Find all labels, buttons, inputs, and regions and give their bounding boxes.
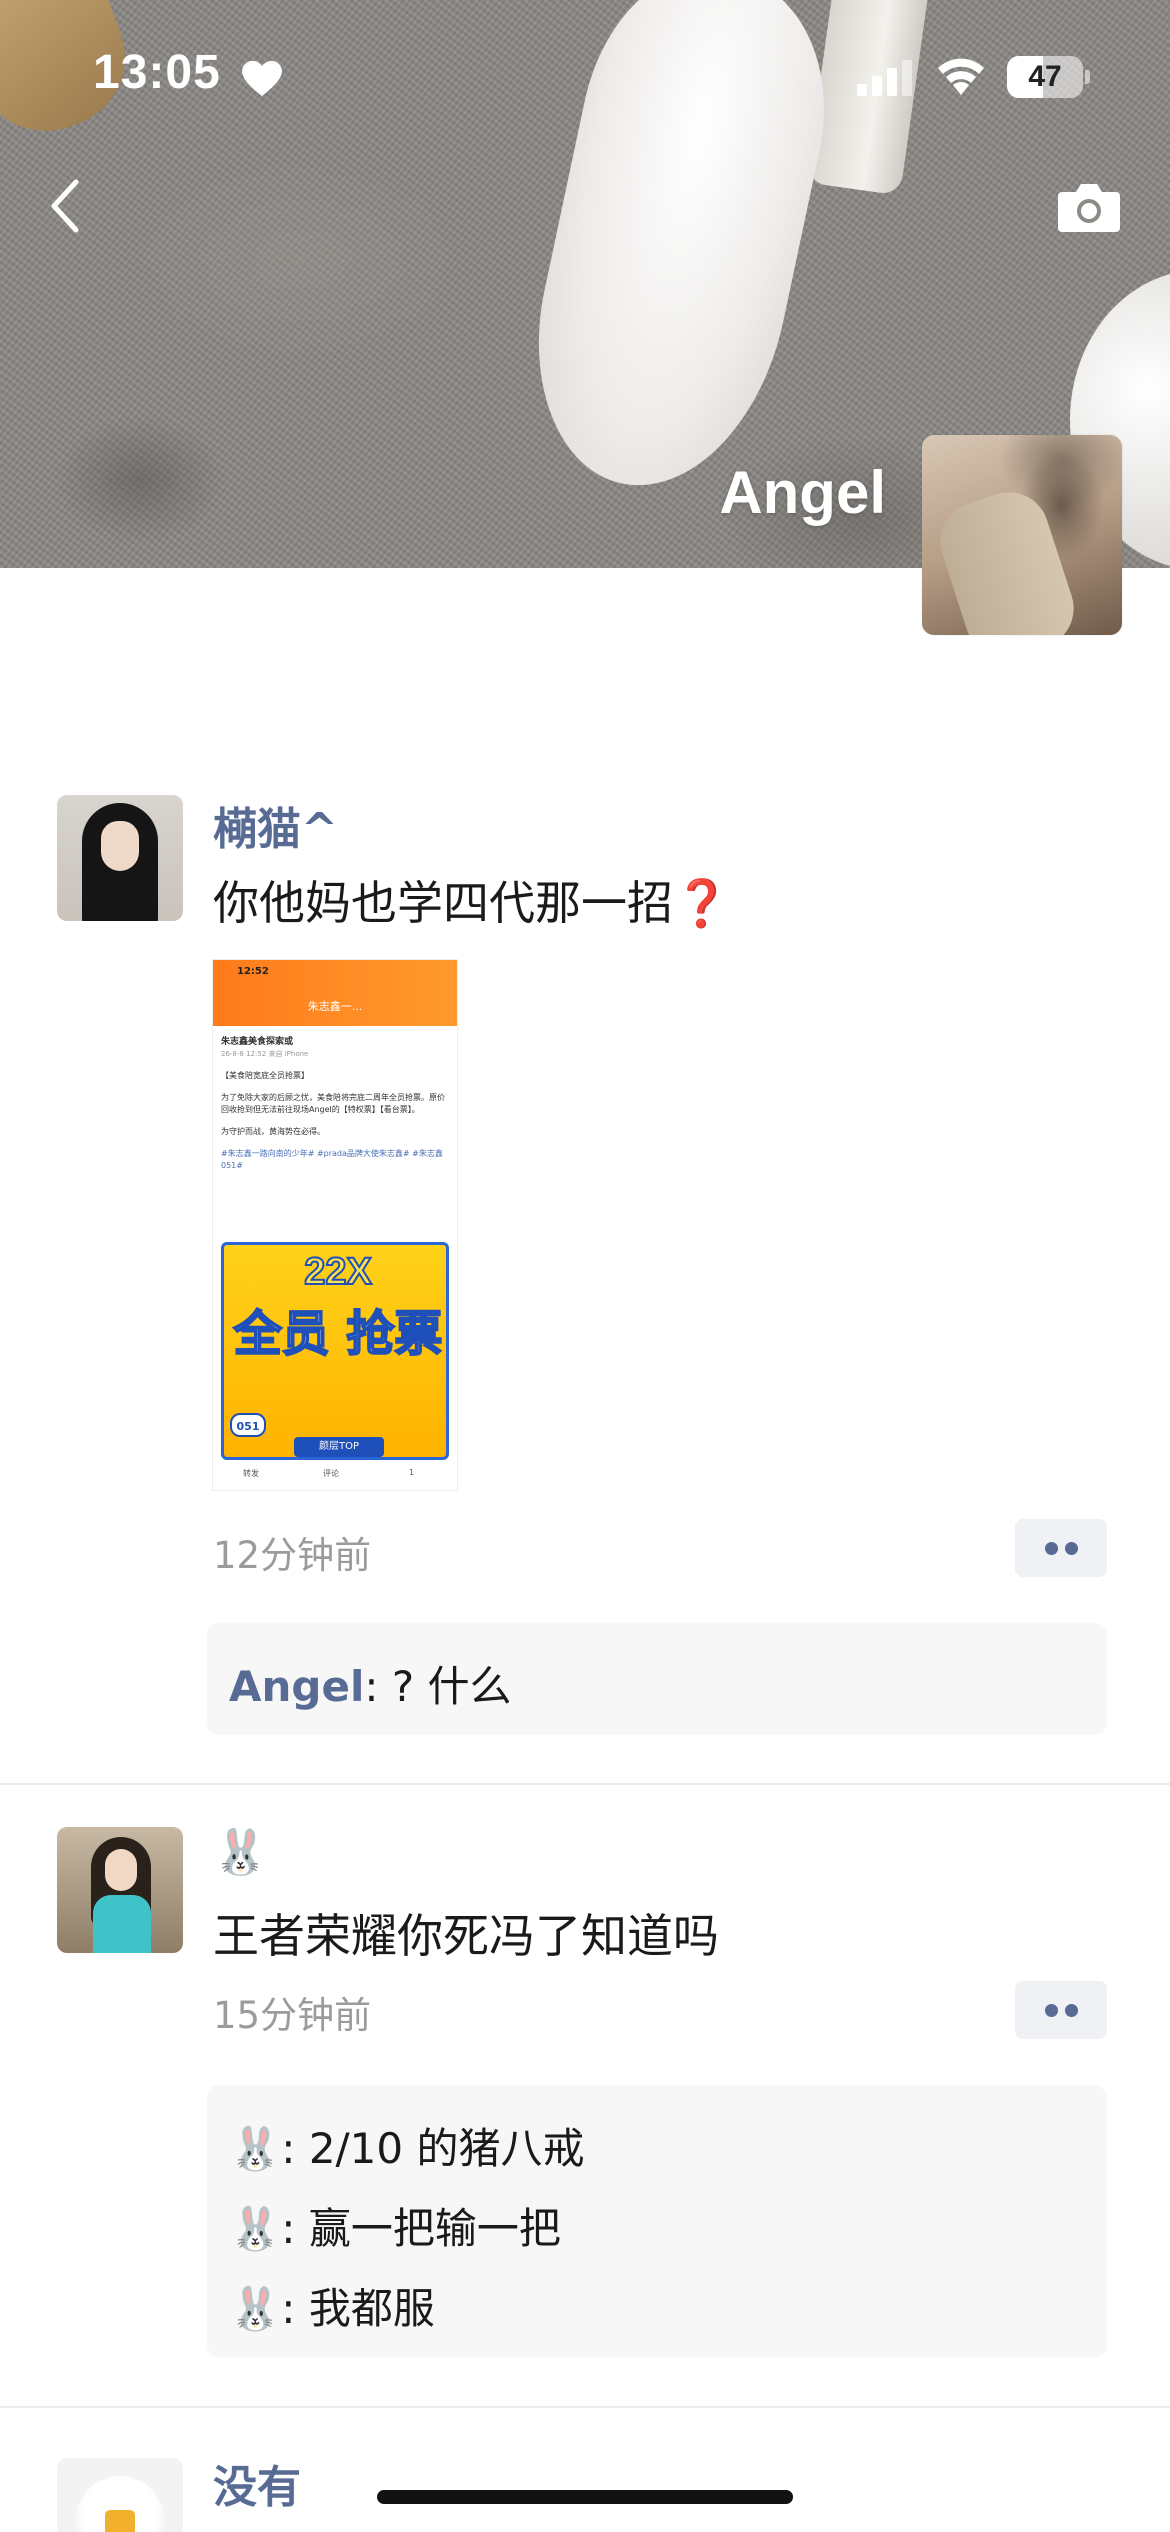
like-count: 1 bbox=[409, 1468, 415, 1477]
battery-icon: 47 bbox=[1007, 56, 1090, 98]
more-button[interactable] bbox=[1015, 1519, 1107, 1577]
poster-main-text: 全员 抢票 bbox=[233, 1305, 444, 1363]
comment-author[interactable]: 🐰 bbox=[229, 2204, 281, 2253]
avatar-photo-detail bbox=[105, 2510, 135, 2532]
post-text: 王者荣耀你死冯了知道吗 bbox=[213, 1909, 719, 1963]
more-dots-icon bbox=[1065, 1542, 1078, 1555]
post-time: 15分钟前 bbox=[213, 1994, 372, 2037]
screenshot-line: 为了免除大家的后顾之忧，美食陪将完底二周年全员抢票。原价回收抢到但无法前往现场A… bbox=[221, 1093, 445, 1114]
post-divider bbox=[0, 1783, 1170, 1785]
comment-text: ? 什么 bbox=[391, 1662, 512, 1711]
comment[interactable]: 🐰: 2/10 的猪八戒 bbox=[229, 2115, 584, 2176]
poster-tag: 颜层TOP bbox=[294, 1437, 384, 1457]
post-username[interactable]: 没有 bbox=[213, 2451, 301, 2515]
comment-separator: : bbox=[281, 2284, 309, 2333]
share-label: 转发 bbox=[243, 1469, 259, 1478]
more-dots-icon bbox=[1045, 1542, 1058, 1555]
comment-separator: : bbox=[281, 2204, 309, 2253]
more-button[interactable] bbox=[1015, 1981, 1107, 2039]
screenshot-poster: 22X 全员 抢票 051 颜层TOP bbox=[221, 1242, 449, 1460]
home-indicator[interactable] bbox=[377, 2490, 793, 2504]
profile-avatar[interactable] bbox=[922, 435, 1122, 635]
comment-label: 评论 bbox=[323, 1469, 339, 1478]
post-divider bbox=[0, 2406, 1170, 2408]
screenshot-time: 12:52 bbox=[237, 966, 269, 977]
avatar-photo-detail bbox=[105, 1849, 137, 1891]
poster-heading: 22X bbox=[303, 1250, 373, 1294]
comment-author[interactable]: Angel bbox=[229, 1662, 364, 1711]
post-username[interactable]: 橗猫^ bbox=[213, 793, 338, 857]
more-dots-icon bbox=[1065, 2004, 1078, 2017]
avatar-photo-detail bbox=[101, 821, 139, 871]
screenshot-account-name: 朱志鑫美食探索或 bbox=[221, 1037, 294, 1047]
screenshot-line: 【美食陪宽底全员抢票】 bbox=[221, 1071, 309, 1080]
comment[interactable]: Angel: ? 什么 bbox=[229, 1653, 512, 1714]
screenshot-tags: #朱志鑫一路向南的少年# #prada品牌大使朱志鑫# #朱志鑫051# bbox=[221, 1149, 443, 1170]
camera-icon[interactable] bbox=[1056, 180, 1122, 234]
wifi-icon bbox=[938, 58, 984, 95]
avatar-photo-detail bbox=[929, 481, 1085, 635]
avatar[interactable] bbox=[57, 1827, 183, 1953]
avatar-photo-detail bbox=[93, 1895, 151, 1953]
more-dots-icon bbox=[1045, 2004, 1058, 2017]
comment-author[interactable]: 🐰 bbox=[229, 2284, 281, 2333]
post-username[interactable]: 🐰 bbox=[213, 1826, 268, 1878]
comment[interactable]: 🐰: 赢一把输一把 bbox=[229, 2195, 561, 2256]
screenshot-line: 为守护而战，黄海势在必得。 bbox=[221, 1127, 325, 1136]
screenshot-title: 朱志鑫一... bbox=[307, 1000, 363, 1013]
comment-box: Angel: ? 什么 bbox=[207, 1623, 1107, 1735]
comment-text: 2/10 的猪八戒 bbox=[308, 2124, 585, 2173]
comment-text: 我都服 bbox=[308, 2284, 435, 2333]
screenshot-body: 朱志鑫美食探索或 26-8-8 12:52 来自 iPhone 【美食陪宽底全员… bbox=[221, 1036, 451, 1172]
comment-text: 赢一把输一把 bbox=[308, 2204, 561, 2253]
poster-number: 051 bbox=[230, 1413, 266, 1437]
post-time: 12分钟前 bbox=[213, 1534, 372, 1577]
cellular-signal-icon bbox=[857, 60, 912, 96]
battery-level: 47 bbox=[1028, 60, 1062, 93]
comment-separator: : bbox=[364, 1662, 392, 1711]
profile-name: Angel bbox=[719, 459, 886, 526]
question-mark-emoji: ❓ bbox=[673, 876, 731, 930]
avatar[interactable] bbox=[57, 2458, 183, 2532]
heart-icon bbox=[242, 60, 282, 96]
screenshot-header: 12:52 朱志鑫一... bbox=[213, 960, 457, 1026]
comment-author[interactable]: 🐰 bbox=[229, 2124, 281, 2173]
post-image[interactable]: 12:52 朱志鑫一... 朱志鑫美食探索或 26-8-8 12:52 来自 i… bbox=[213, 960, 457, 1490]
battery-tip bbox=[1085, 70, 1090, 84]
comment[interactable]: 🐰: 我都服 bbox=[229, 2275, 435, 2336]
cover-cat-leg bbox=[508, 0, 852, 510]
comment-separator: : bbox=[281, 2124, 309, 2173]
post-text-content: 你他妈也学四代那一招 bbox=[213, 876, 673, 930]
status-time: 13:05 bbox=[93, 46, 221, 99]
chevron-left-icon[interactable] bbox=[46, 178, 86, 234]
screenshot-account-meta: 26-8-8 12:52 来自 iPhone bbox=[221, 1050, 309, 1058]
screenshot-footer: 转发 评论 1 bbox=[213, 1462, 457, 1488]
comment-box: 🐰: 2/10 的猪八戒 🐰: 赢一把输一把 🐰: 我都服 bbox=[207, 2085, 1107, 2357]
post-text: 你他妈也学四代那一招❓ bbox=[213, 867, 730, 933]
avatar[interactable] bbox=[57, 795, 183, 921]
